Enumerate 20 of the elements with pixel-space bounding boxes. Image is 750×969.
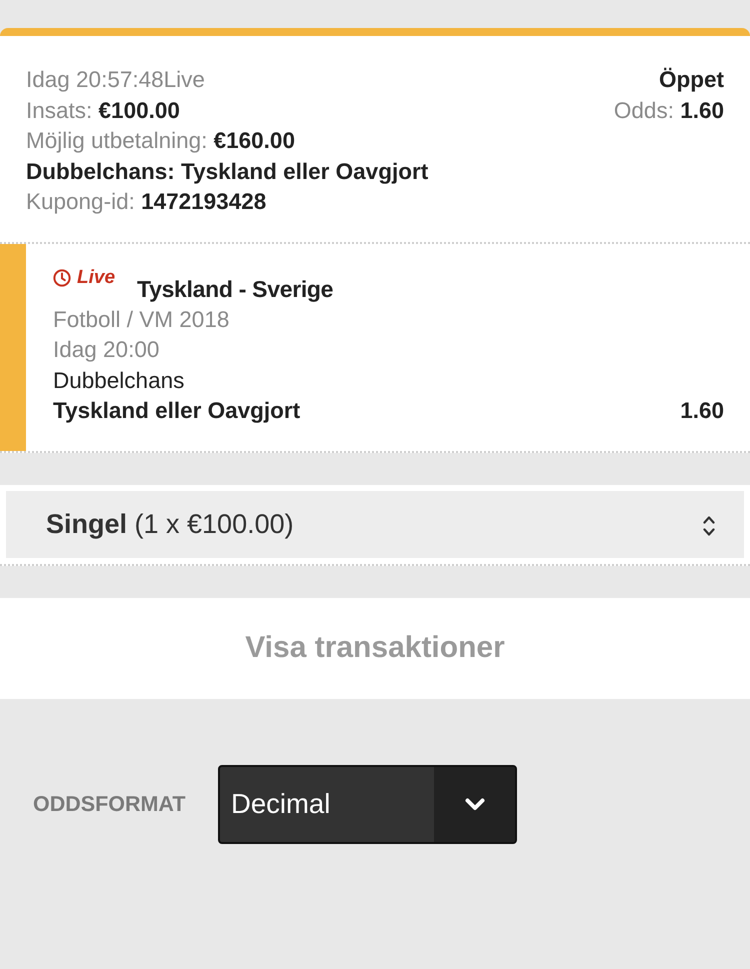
bet-type-select[interactable]: Singel (1 x €100.00) [6, 490, 744, 558]
up-down-icon [703, 515, 715, 537]
coupon-id: Kupong-id: 1472193428 [26, 188, 266, 216]
clock-icon [53, 268, 71, 286]
chevron-down-icon [464, 798, 484, 810]
start-time: Idag 20:00 [53, 336, 160, 364]
status-label: Öppet [659, 66, 724, 94]
league-text: Fotboll / VM 2018 [53, 306, 230, 334]
stake-text: Insats: €100.00 [26, 96, 180, 124]
live-label: Live [77, 266, 116, 288]
market-title: Dubbelchans: Tyskland eller Oavgjort [26, 158, 428, 186]
odds-text: Odds: 1.60 [614, 96, 724, 124]
placed-time: Idag 20:57:48Live [26, 66, 205, 94]
odds-format-label: ODDSFORMAT [33, 792, 186, 816]
odds-format-select[interactable]: Decimal [218, 764, 517, 844]
market-text: Dubbelchans [53, 366, 184, 394]
event-title: Tyskland - Sverige [137, 274, 334, 304]
pick-text: Tyskland eller Oavgjort [53, 397, 300, 425]
payout-text: Möjlig utbetalning: €160.00 [26, 127, 295, 155]
pick-odds: 1.60 [680, 397, 724, 425]
